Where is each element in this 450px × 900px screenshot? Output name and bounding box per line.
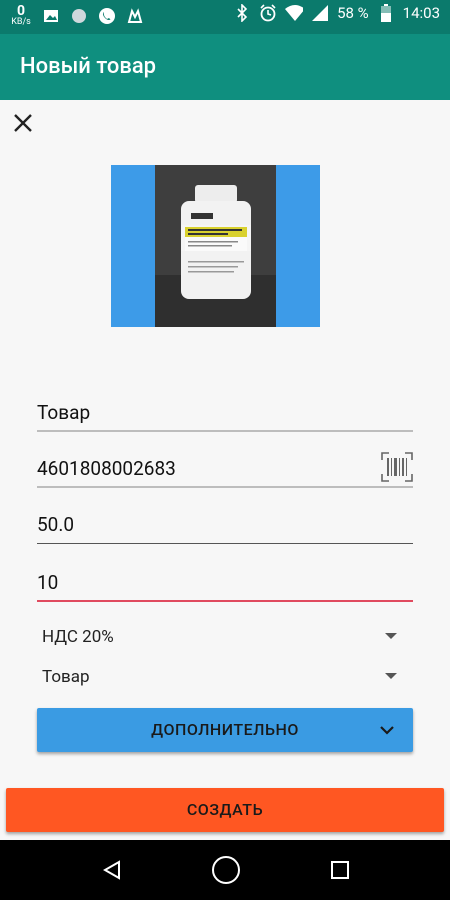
dropdown-arrow-icon: [385, 673, 397, 679]
app-bar: Новый товар: [0, 34, 450, 100]
signal-icon: [311, 4, 329, 22]
more-options-button[interactable]: ДОПОЛНИТЕЛЬНО: [37, 708, 413, 752]
quantity-field[interactable]: 10: [37, 562, 413, 602]
name-field-value: Товар: [37, 401, 91, 424]
name-field-underline: [37, 430, 413, 432]
barcode-field-value: 4601808002683: [37, 457, 176, 480]
clock: 14:03: [402, 4, 440, 22]
barcode-field-underline: [37, 486, 413, 488]
dropdown-arrow-icon: [385, 633, 397, 639]
network-speed: 0 KB/s: [10, 4, 32, 27]
page-title: Новый товар: [20, 54, 157, 79]
network-speed-unit: KB/s: [11, 17, 31, 27]
close-icon: [14, 114, 32, 132]
wifi-icon: [285, 4, 304, 22]
close-button[interactable]: [12, 112, 34, 134]
back-icon[interactable]: [102, 860, 121, 884]
battery-percent: 58 %: [337, 4, 369, 22]
vat-select-value: НДС 20%: [42, 627, 114, 647]
alarm-icon: [259, 4, 277, 22]
type-select[interactable]: Товар: [37, 663, 397, 693]
create-button-label: СОЗДАТЬ: [186, 800, 264, 819]
phone-icon: [98, 7, 116, 25]
navigation-bar: [0, 840, 450, 900]
home-icon[interactable]: [212, 856, 240, 884]
quantity-field-value: 10: [37, 571, 59, 594]
vat-select[interactable]: НДС 20%: [37, 623, 397, 653]
product-photo[interactable]: [111, 165, 320, 327]
battery-icon: [377, 4, 395, 22]
status-bar: 0 KB/s 58 % 14:03: [0, 0, 450, 34]
recent-apps-icon[interactable]: [331, 861, 349, 879]
circle-icon: [70, 7, 88, 25]
type-select-value: Товар: [42, 667, 90, 687]
image-icon: [42, 7, 60, 25]
price-field-underline: [37, 543, 413, 544]
barcode-field[interactable]: 4601808002683: [37, 448, 413, 488]
quantity-field-underline: [37, 600, 413, 602]
app-notification-icon: [126, 7, 144, 25]
product-photo-image: [155, 165, 276, 327]
network-speed-value: 0: [16, 3, 26, 19]
barcode-scan-icon[interactable]: [381, 452, 413, 482]
bluetooth-icon: [233, 4, 251, 22]
price-field[interactable]: 50.0: [37, 504, 413, 544]
more-options-label: ДОПОЛНИТЕЛЬНО: [151, 720, 299, 739]
chevron-down-icon: [380, 726, 394, 735]
price-field-value: 50.0: [37, 513, 75, 536]
create-button[interactable]: СОЗДАТЬ: [6, 788, 444, 832]
name-field[interactable]: Товар: [37, 392, 413, 432]
